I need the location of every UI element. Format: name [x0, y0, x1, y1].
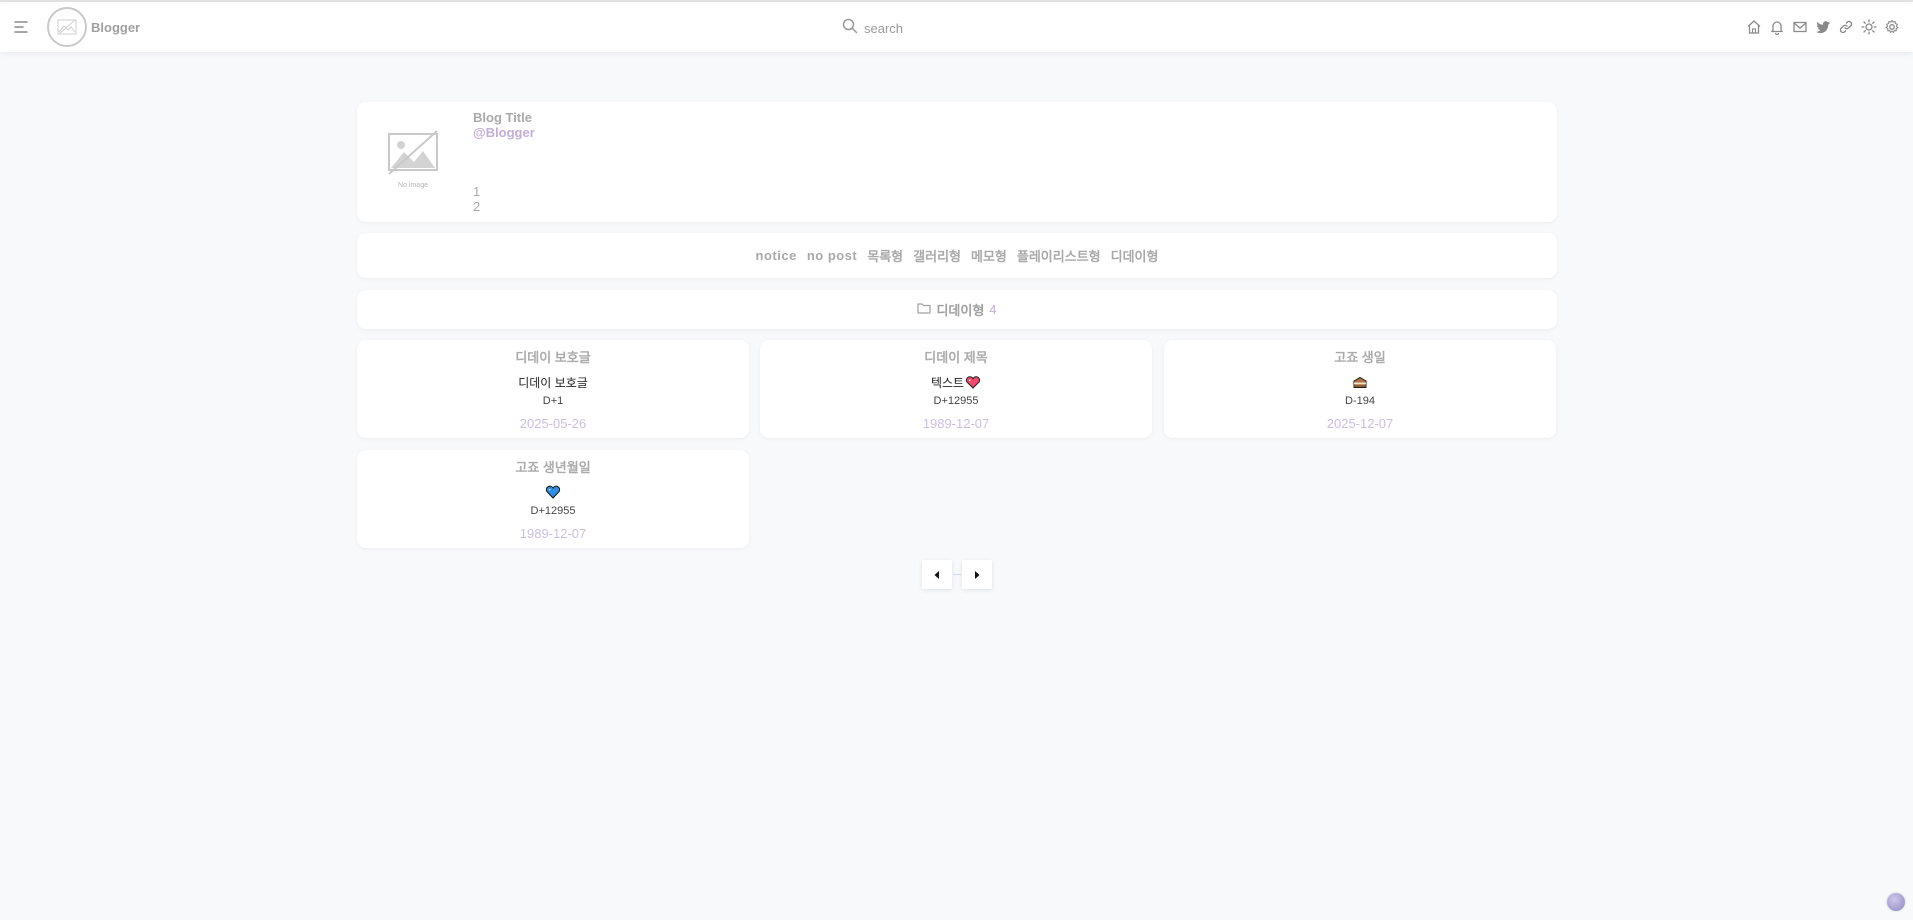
- caret-right-icon: [975, 570, 980, 579]
- dday-card[interactable]: 디데이 보호글 디데이 보호글 D+1 2025-05-26: [357, 340, 749, 438]
- home-icon[interactable]: [1745, 18, 1763, 36]
- blog-title[interactable]: Blog Title: [473, 110, 532, 125]
- dday-date: 2025-05-26: [519, 416, 587, 431]
- dday-date: 1989-12-07: [519, 526, 587, 541]
- dday-card-text: 텍스트: [930, 375, 965, 390]
- twitter-icon[interactable]: [1814, 18, 1832, 36]
- category-link-gallery[interactable]: 갤러리형: [913, 246, 961, 265]
- blog-logo[interactable]: [47, 7, 87, 47]
- category-link-dday[interactable]: 디데이형: [1111, 246, 1159, 265]
- dday-counter: D+12955: [933, 395, 979, 407]
- dday-card-text: 디데이 보호글: [518, 375, 588, 390]
- dday-card-content: [1164, 374, 1556, 390]
- profile-stat: 1: [473, 184, 481, 199]
- dday-card-title: 고죠 생일: [1334, 350, 1386, 365]
- dday-card-content: 디데이 보호글: [357, 374, 749, 390]
- dday-card-title: 디데이 보호글: [515, 350, 591, 365]
- profile-image: No image: [387, 130, 439, 192]
- dday-card[interactable]: 고죠 생일 D-194 2025-12-07: [1164, 340, 1556, 438]
- link-icon[interactable]: [1837, 18, 1855, 36]
- category-link-playlist[interactable]: 플레이리스트형: [1017, 246, 1101, 265]
- header: Blogger: [0, 2, 1913, 52]
- no-image-label: No image: [398, 182, 428, 189]
- no-image-icon: [388, 130, 438, 175]
- dday-card-title: 디데이 제목: [924, 350, 988, 365]
- bell-icon[interactable]: [1768, 18, 1786, 36]
- dday-counter: D+1: [542, 395, 564, 407]
- category-link-no-post[interactable]: no post: [807, 248, 857, 263]
- cake-icon: [1353, 376, 1367, 388]
- category-name: 디데이형: [936, 303, 985, 318]
- dday-date: 2025-12-07: [1326, 416, 1394, 431]
- category-link-notice[interactable]: notice: [756, 248, 797, 263]
- floating-orb-button[interactable]: [1887, 893, 1905, 911]
- dday-card-content: 텍스트: [760, 374, 1152, 390]
- heart-blue-icon: [545, 485, 561, 499]
- header-icons: [1745, 18, 1901, 36]
- gear-icon[interactable]: [1883, 18, 1901, 36]
- dday-counter: D-194: [1345, 395, 1375, 407]
- folder-icon: [917, 301, 932, 319]
- search-icon[interactable]: [842, 18, 858, 39]
- profile-card: No image Blog Title @Blogger 1 2: [357, 102, 1557, 222]
- dday-card[interactable]: 고죠 생년월일 D+12955 1989-12-07: [357, 450, 749, 548]
- category-count: 4: [989, 302, 997, 317]
- blog-handle[interactable]: @Blogger: [473, 125, 535, 140]
- prev-page-button[interactable]: [922, 560, 952, 589]
- category-link-list[interactable]: 목록형: [867, 246, 903, 265]
- caret-left-icon: [934, 570, 939, 579]
- heart-pink-icon: [965, 375, 981, 389]
- brand-name[interactable]: Blogger: [91, 20, 140, 35]
- dday-date: 1989-12-07: [922, 416, 990, 431]
- pagination-separator: [953, 574, 961, 575]
- sun-icon[interactable]: [1860, 18, 1878, 36]
- next-page-button[interactable]: [962, 560, 992, 589]
- dday-counter: D+12955: [530, 505, 576, 517]
- mail-icon[interactable]: [1791, 18, 1809, 36]
- dday-card[interactable]: 디데이 제목 텍스트 D+12955 1989-12-07: [760, 340, 1152, 438]
- search-input[interactable]: [862, 19, 1046, 37]
- category-link-memo[interactable]: 메모형: [971, 246, 1007, 265]
- category-nav: notice no post 목록형 갤러리형 메모형 플레이리스트형 디데이형: [357, 233, 1557, 278]
- dday-card-title: 고죠 생년월일: [515, 460, 591, 475]
- image-placeholder-icon: [57, 19, 77, 35]
- profile-stat: 2: [473, 199, 481, 214]
- search-bar: [842, 17, 1046, 39]
- menu-icon[interactable]: [12, 18, 30, 36]
- category-header: 디데이형 4: [357, 290, 1557, 329]
- dday-card-content: [357, 484, 749, 500]
